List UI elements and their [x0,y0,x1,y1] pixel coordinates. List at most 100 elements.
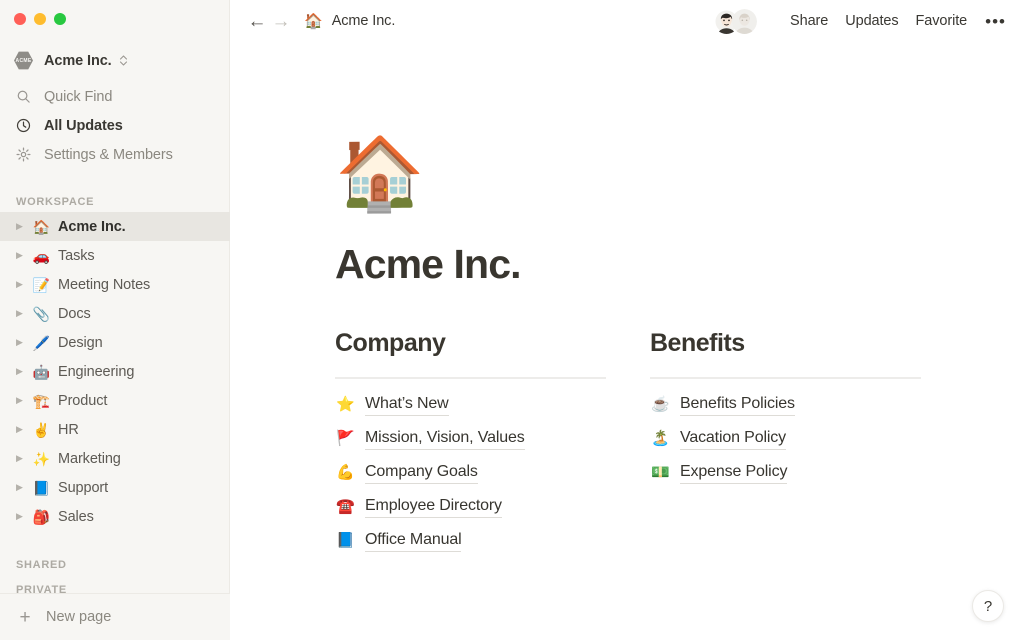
sidebar-page-acme-inc[interactable]: ▶ 🏠 Acme Inc. [0,212,230,241]
column-links: ☕ Benefits Policies 🏝️ Vacation Policy 💵… [650,388,965,490]
page-link-mission-vision-values[interactable]: 🚩 Mission, Vision, Values [335,422,650,456]
link-emoji: 💪 [336,464,355,482]
sidebar-item-settings-members[interactable]: Settings & Members [0,140,230,169]
arrow-right-icon[interactable]: → [270,12,292,31]
updates-button[interactable]: Updates [845,13,898,29]
page-columns: Company ⭐ What’s New 🚩 Mission, Vision, … [335,329,1024,558]
page-link-label: Vacation Policy [680,428,786,450]
help-button[interactable]: ? [972,590,1004,622]
sidebar-page-design[interactable]: ▶ 🖊️ Design [0,328,230,357]
workspace-section-title: WORKSPACE [16,196,95,208]
sidebar-page-tasks[interactable]: ▶ 🚗 Tasks [0,241,230,270]
expand-caret-icon[interactable]: ▶ [16,367,29,376]
topbar: ← → 🏠 Acme Inc. Share Updates Favorite •… [230,0,1024,42]
sidebar-page-support[interactable]: ▶ 📘 Support [0,473,230,502]
page-icon[interactable]: 🏠 [335,138,1024,218]
page-emoji: ✨ [32,450,51,467]
link-emoji: ☕ [651,396,670,414]
sidebar-page-label: HR [58,421,79,438]
sidebar-page-hr[interactable]: ▶ ✌️ HR [0,415,230,444]
window-traffic-lights [14,13,66,25]
new-page-button[interactable]: + New page [0,593,230,640]
column-benefits: Benefits ☕ Benefits Policies 🏝️ Vacation… [650,329,965,558]
sidebar-page-label: Support [58,479,109,496]
divider [335,376,606,379]
sidebar-page-label: Engineering [58,363,135,380]
sidebar-item-all-updates[interactable]: All Updates [0,111,230,140]
page-link-benefits-policies[interactable]: ☕ Benefits Policies [650,388,965,422]
page-link-label: Employee Directory [365,496,502,518]
page-link-office-manual[interactable]: 📘 Office Manual [335,524,650,558]
clock-icon [14,117,32,135]
chevron-updown-icon [119,54,128,67]
app-window: ACME Acme Inc. Quick Find All Updates Se… [0,0,1024,640]
workspace-logo-icon: ACME [14,51,33,70]
page-link-label: Mission, Vision, Values [365,428,525,450]
expand-caret-icon[interactable]: ▶ [16,483,29,492]
sidebar-page-label: Docs [58,305,91,322]
page-emoji: 🖊️ [32,334,51,351]
link-emoji: 💵 [651,464,670,482]
sidebar-item-quick-find[interactable]: Quick Find [0,82,230,111]
expand-caret-icon[interactable]: ▶ [16,280,29,289]
zoom-window-button[interactable] [54,13,66,25]
shared-section: SHARED [0,555,230,575]
sidebar-page-docs[interactable]: ▶ 📎 Docs [0,299,230,328]
avatar[interactable] [732,8,758,34]
collaborator-avatars[interactable] [714,8,758,34]
page-emoji: 🚗 [32,247,51,264]
expand-caret-icon[interactable]: ▶ [16,396,29,405]
close-window-button[interactable] [14,13,26,25]
topbar-actions: Share Updates Favorite ••• [714,8,1006,34]
link-emoji: 📘 [336,532,355,550]
divider [650,376,921,379]
favorite-button[interactable]: Favorite [916,13,968,29]
page-emoji: 📘 [32,479,51,496]
link-emoji: 🚩 [336,430,355,448]
sidebar: ACME Acme Inc. Quick Find All Updates Se… [0,0,230,640]
expand-caret-icon[interactable]: ▶ [16,338,29,347]
new-page-label: New page [46,609,112,625]
expand-caret-icon[interactable]: ▶ [16,512,29,521]
sidebar-page-engineering[interactable]: ▶ 🤖 Engineering [0,357,230,386]
main-content: ← → 🏠 Acme Inc. Share Updates Favorite •… [230,0,1024,640]
workspace-switcher[interactable]: ACME Acme Inc. [0,47,230,74]
page-body: 🏠 Acme Inc. Company ⭐ What’s New 🚩 Missi… [230,138,1024,558]
page-title[interactable]: Acme Inc. [335,241,1024,287]
sidebar-page-label: Meeting Notes [58,276,151,293]
sidebar-page-meeting-notes[interactable]: ▶ 📝 Meeting Notes [0,270,230,299]
link-emoji: ☎️ [336,498,355,516]
breadcrumb[interactable]: 🏠 Acme Inc. [304,13,395,29]
sidebar-page-sales[interactable]: ▶ 🎒 Sales [0,502,230,531]
page-link-vacation-policy[interactable]: 🏝️ Vacation Policy [650,422,965,456]
search-icon [14,88,32,106]
expand-caret-icon[interactable]: ▶ [16,251,29,260]
share-button[interactable]: Share [790,13,828,29]
expand-caret-icon[interactable]: ▶ [16,454,29,463]
page-emoji: ✌️ [32,421,51,438]
sidebar-page-label: Design [58,334,103,351]
page-emoji: 🏗️ [32,392,51,409]
sidebar-page-product[interactable]: ▶ 🏗️ Product [0,386,230,415]
expand-caret-icon[interactable]: ▶ [16,425,29,434]
page-emoji: 🏠 [32,218,51,235]
expand-caret-icon[interactable]: ▶ [16,222,29,231]
sidebar-page-marketing[interactable]: ▶ ✨ Marketing [0,444,230,473]
sidebar-item-label: All Updates [44,117,123,134]
page-link-label: What’s New [365,394,449,416]
more-options-icon[interactable]: ••• [985,13,1006,30]
page-link-whats-new[interactable]: ⭐ What’s New [335,388,650,422]
expand-caret-icon[interactable]: ▶ [16,309,29,318]
page-link-employee-directory[interactable]: ☎️ Employee Directory [335,490,650,524]
workspace-section: WORKSPACE ▶ 🏠 Acme Inc. ▶ 🚗 Tasks ▶ 📝 Me… [0,192,230,531]
sidebar-page-label: Sales [58,508,94,525]
page-link-company-goals[interactable]: 💪 Company Goals [335,456,650,490]
sidebar-page-label: Acme Inc. [58,218,126,235]
sidebar-page-label: Marketing [58,450,121,467]
page-link-label: Benefits Policies [680,394,795,416]
gear-icon [14,146,32,164]
arrow-left-icon[interactable]: ← [246,12,268,31]
page-link-expense-policy[interactable]: 💵 Expense Policy [650,456,965,490]
column-heading: Benefits [650,329,745,358]
minimize-window-button[interactable] [34,13,46,25]
